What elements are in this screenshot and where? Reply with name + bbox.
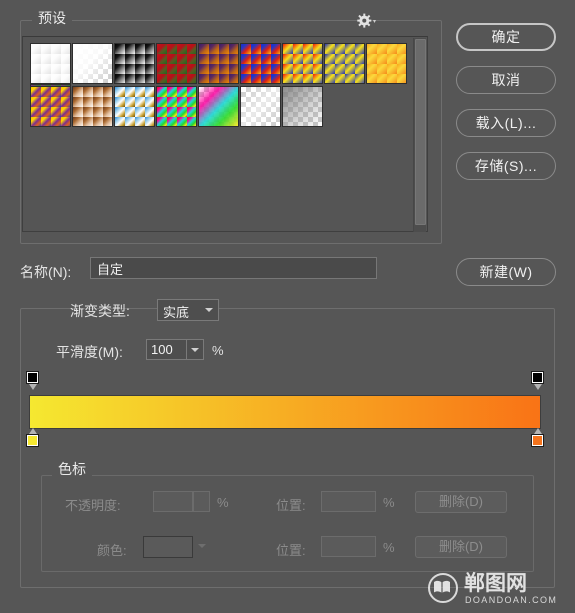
preset-swatch-foreground-to-transparent[interactable] bbox=[72, 43, 113, 84]
color-swatch bbox=[143, 536, 193, 558]
opacity-stop-right[interactable] bbox=[531, 371, 544, 390]
preset-swatch-yellow-violet-orange-blue[interactable] bbox=[30, 86, 71, 127]
preset-swatch-spectrum[interactable] bbox=[156, 86, 197, 127]
color-delete-button: 删除(D) bbox=[415, 536, 507, 558]
preset-swatch-copper[interactable] bbox=[72, 86, 113, 127]
gradient-type-label: 渐变类型: bbox=[70, 303, 130, 319]
gradient-type-select[interactable]: 实底 bbox=[157, 299, 219, 321]
preset-swatch-red-green[interactable] bbox=[156, 43, 197, 84]
preset-group-label: 预设 bbox=[32, 10, 72, 26]
preset-swatch-transparent-stripes[interactable] bbox=[240, 86, 281, 127]
preset-swatch-transparent-rainbow[interactable] bbox=[198, 86, 239, 127]
opacity-location-unit: % bbox=[383, 495, 395, 510]
book-glyph bbox=[434, 580, 450, 593]
gradient-type-value: 实底 bbox=[163, 305, 190, 320]
name-label: 名称(N): bbox=[20, 264, 72, 280]
opacity-unit: % bbox=[217, 495, 229, 510]
preset-swatch-chrome[interactable] bbox=[114, 86, 155, 127]
save-button[interactable]: 存储(S)... bbox=[456, 152, 556, 180]
watermark-text-cn: 郸图网 bbox=[464, 572, 527, 595]
preset-swatch-well[interactable] bbox=[22, 36, 428, 232]
color-stop-left[interactable] bbox=[26, 428, 39, 447]
preset-swatch-foreground-to-background[interactable] bbox=[30, 43, 71, 84]
preset-swatch-neutral-density[interactable] bbox=[282, 86, 323, 127]
name-input[interactable] bbox=[90, 257, 377, 279]
gear-icon[interactable] bbox=[353, 12, 377, 30]
preset-swatch-blue-yellow-blue[interactable] bbox=[282, 43, 323, 84]
ok-button[interactable]: 确定 bbox=[456, 23, 556, 51]
opacity-delete-button: 删除(D) bbox=[415, 491, 507, 513]
preset-swatch-blue-red-yellow[interactable] bbox=[240, 43, 281, 84]
chevron-down-icon bbox=[191, 348, 199, 352]
smoothness-label: 平滑度(M): bbox=[56, 344, 123, 360]
smoothness-stepper[interactable] bbox=[186, 339, 204, 360]
preset-swatch-violet-orange[interactable] bbox=[198, 43, 239, 84]
preset-row-1 bbox=[30, 43, 415, 125]
opacity-input bbox=[153, 491, 193, 512]
preset-scrollbar-thumb[interactable] bbox=[415, 39, 426, 225]
preset-swatch-orange-yellow-orange[interactable] bbox=[324, 43, 365, 84]
opacity-stop-left[interactable] bbox=[26, 371, 39, 390]
preset-row-2 bbox=[30, 86, 324, 128]
preset-swatch-black-to-white[interactable] bbox=[114, 43, 155, 84]
color-location-input bbox=[321, 536, 376, 557]
chevron-down-icon bbox=[205, 308, 213, 312]
watermark-url: DOANDOAN.COM bbox=[465, 595, 558, 605]
opacity-stepper bbox=[193, 491, 210, 512]
preset-swatch-area[interactable] bbox=[25, 39, 415, 229]
color-location-label: 位置: bbox=[276, 543, 306, 558]
opacity-location-label: 位置: bbox=[276, 498, 306, 513]
opacity-label: 不透明度: bbox=[65, 498, 121, 513]
color-label: 颜色: bbox=[97, 543, 127, 558]
smoothness-unit: % bbox=[212, 343, 224, 358]
preset-scrollbar[interactable] bbox=[413, 38, 426, 232]
smoothness-input[interactable] bbox=[146, 339, 186, 360]
load-button[interactable]: 载入(L)... bbox=[456, 109, 556, 137]
color-stop-right[interactable] bbox=[531, 428, 544, 447]
color-location-unit: % bbox=[383, 540, 395, 555]
preset-swatch-violet-green-orange[interactable] bbox=[366, 43, 407, 84]
new-button[interactable]: 新建(W) bbox=[456, 258, 556, 286]
color-stops-label: 色标 bbox=[52, 459, 92, 479]
opacity-location-input bbox=[321, 491, 376, 512]
gradient-preview-bar[interactable] bbox=[29, 395, 541, 429]
book-icon bbox=[433, 580, 450, 593]
chevron-down-icon bbox=[198, 544, 206, 548]
gear-glyph bbox=[357, 13, 376, 28]
watermark: 郸图网 DOANDOAN.COM bbox=[428, 572, 568, 606]
cancel-button[interactable]: 取消 bbox=[456, 66, 556, 94]
